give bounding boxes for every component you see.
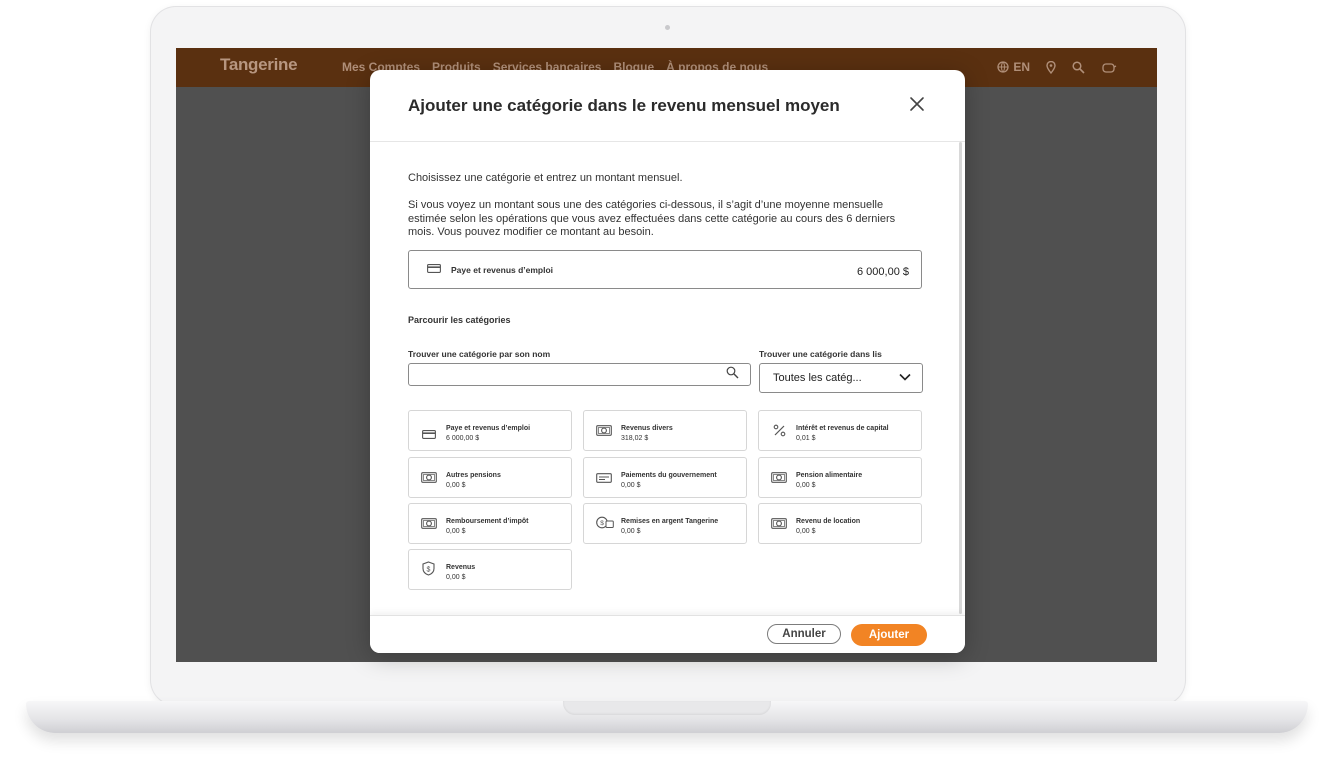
close-icon[interactable] [907, 94, 927, 114]
category-card[interactable]: Revenus divers 318,02 $ [583, 410, 747, 451]
shield-dollar-icon: $ [422, 561, 435, 581]
cashback-icon: $ [596, 516, 614, 534]
piggy-bank-icon[interactable] [1101, 61, 1117, 74]
search-in-list-label: Trouver une catégorie dans lis [759, 349, 882, 359]
category-card-name: Remboursement d’impôt [446, 518, 529, 525]
category-card-name: Revenu de location [796, 518, 861, 525]
category-card[interactable]: Intérêt et revenus de capital 0,01 $ [758, 410, 922, 451]
category-card-amount: 0,00 $ [796, 482, 816, 489]
category-card-amount: 6 000,00 $ [446, 435, 480, 442]
card-icon [422, 426, 436, 444]
brand-logo[interactable]: Tangerine [220, 55, 298, 75]
category-list-dropdown[interactable]: Toutes les catég... [759, 363, 923, 393]
category-card-amount: 0,01 $ [796, 435, 816, 442]
category-card-name: Paiements du gouvernement [621, 472, 717, 479]
category-card-amount: 318,02 $ [621, 435, 649, 442]
selected-category-amount[interactable]: 6 000,00 $ [857, 266, 909, 278]
category-card-amount: 0,00 $ [446, 528, 466, 535]
add-category-modal: Ajouter une catégorie dans le revenu men… [370, 70, 965, 653]
cash-icon [421, 516, 437, 534]
search-by-name-label: Trouver une catégorie par son nom [408, 349, 551, 359]
search-category-input[interactable] [408, 363, 751, 386]
category-card[interactable]: Autres pensions 0,00 $ [408, 457, 572, 498]
cancel-button[interactable]: Annuler [767, 624, 841, 644]
modal-header: Ajouter une catégorie dans le revenu men… [370, 70, 965, 142]
category-card[interactable]: $ Remises en argent Tangerine 0,00 $ [583, 503, 747, 544]
category-card-name: Autres pensions [446, 472, 501, 479]
modal-intro: Choisissez une catégorie et entrez un mo… [408, 172, 683, 184]
cash-icon [771, 516, 787, 534]
modal-explanation: Si vous voyez un montant sous une des ca… [408, 199, 896, 238]
svg-text:$: $ [427, 566, 431, 573]
laptop-camera [665, 25, 670, 30]
search-icon[interactable] [726, 366, 739, 379]
cash-icon [771, 470, 787, 488]
language-toggle[interactable]: EN [1013, 60, 1030, 74]
category-card-name: Paye et revenus d’emploi [446, 425, 531, 432]
cash-icon [421, 470, 437, 488]
category-card-amount: 0,00 $ [796, 528, 816, 535]
cheque-icon [596, 470, 612, 488]
category-card-name: Revenus divers [621, 425, 673, 432]
selected-category-field[interactable]: Paye et revenus d’emploi 6 000,00 $ [408, 250, 922, 289]
header-tools: EN [997, 60, 1117, 74]
category-card-name: Pension alimentaire [796, 472, 863, 479]
category-card[interactable]: Revenu de location 0,00 $ [758, 503, 922, 544]
category-list-selected-value: Toutes les catég... [773, 372, 862, 384]
laptop-base-notch [563, 701, 771, 715]
svg-text:$: $ [600, 520, 604, 527]
category-card[interactable]: $ Revenus 0,00 $ [408, 549, 572, 590]
category-card-name: Revenus [446, 564, 476, 571]
category-card[interactable]: Pension alimentaire 0,00 $ [758, 457, 922, 498]
category-card-amount: 0,00 $ [446, 482, 466, 489]
percent-icon [773, 424, 786, 442]
cash-icon [596, 423, 612, 441]
add-button[interactable]: Ajouter [851, 624, 927, 646]
search-icon[interactable] [1072, 60, 1085, 74]
category-card-amount: 0,00 $ [446, 574, 466, 581]
globe-icon[interactable] [997, 61, 1009, 73]
modal-title: Ajouter une catégorie dans le revenu men… [408, 96, 840, 115]
modal-scrollbar[interactable] [959, 142, 962, 614]
chevron-down-icon [899, 373, 911, 381]
selected-category-name: Paye et revenus d’emploi [451, 265, 554, 275]
modal-footer: Annuler Ajouter [370, 615, 965, 653]
category-card[interactable]: Paiements du gouvernement 0,00 $ [583, 457, 747, 498]
category-card-name: Intérêt et revenus de capital [796, 425, 889, 432]
category-card-name: Remises en argent Tangerine [621, 518, 719, 525]
category-card[interactable]: Remboursement d’impôt 0,00 $ [408, 503, 572, 544]
category-card[interactable]: Paye et revenus d’emploi 6 000,00 $ [408, 410, 572, 451]
category-card-amount: 0,00 $ [621, 528, 641, 535]
location-pin-icon[interactable] [1046, 60, 1056, 74]
card-icon [427, 264, 441, 273]
browse-categories-title: Parcourir les catégories [408, 315, 511, 325]
category-card-amount: 0,00 $ [621, 482, 641, 489]
